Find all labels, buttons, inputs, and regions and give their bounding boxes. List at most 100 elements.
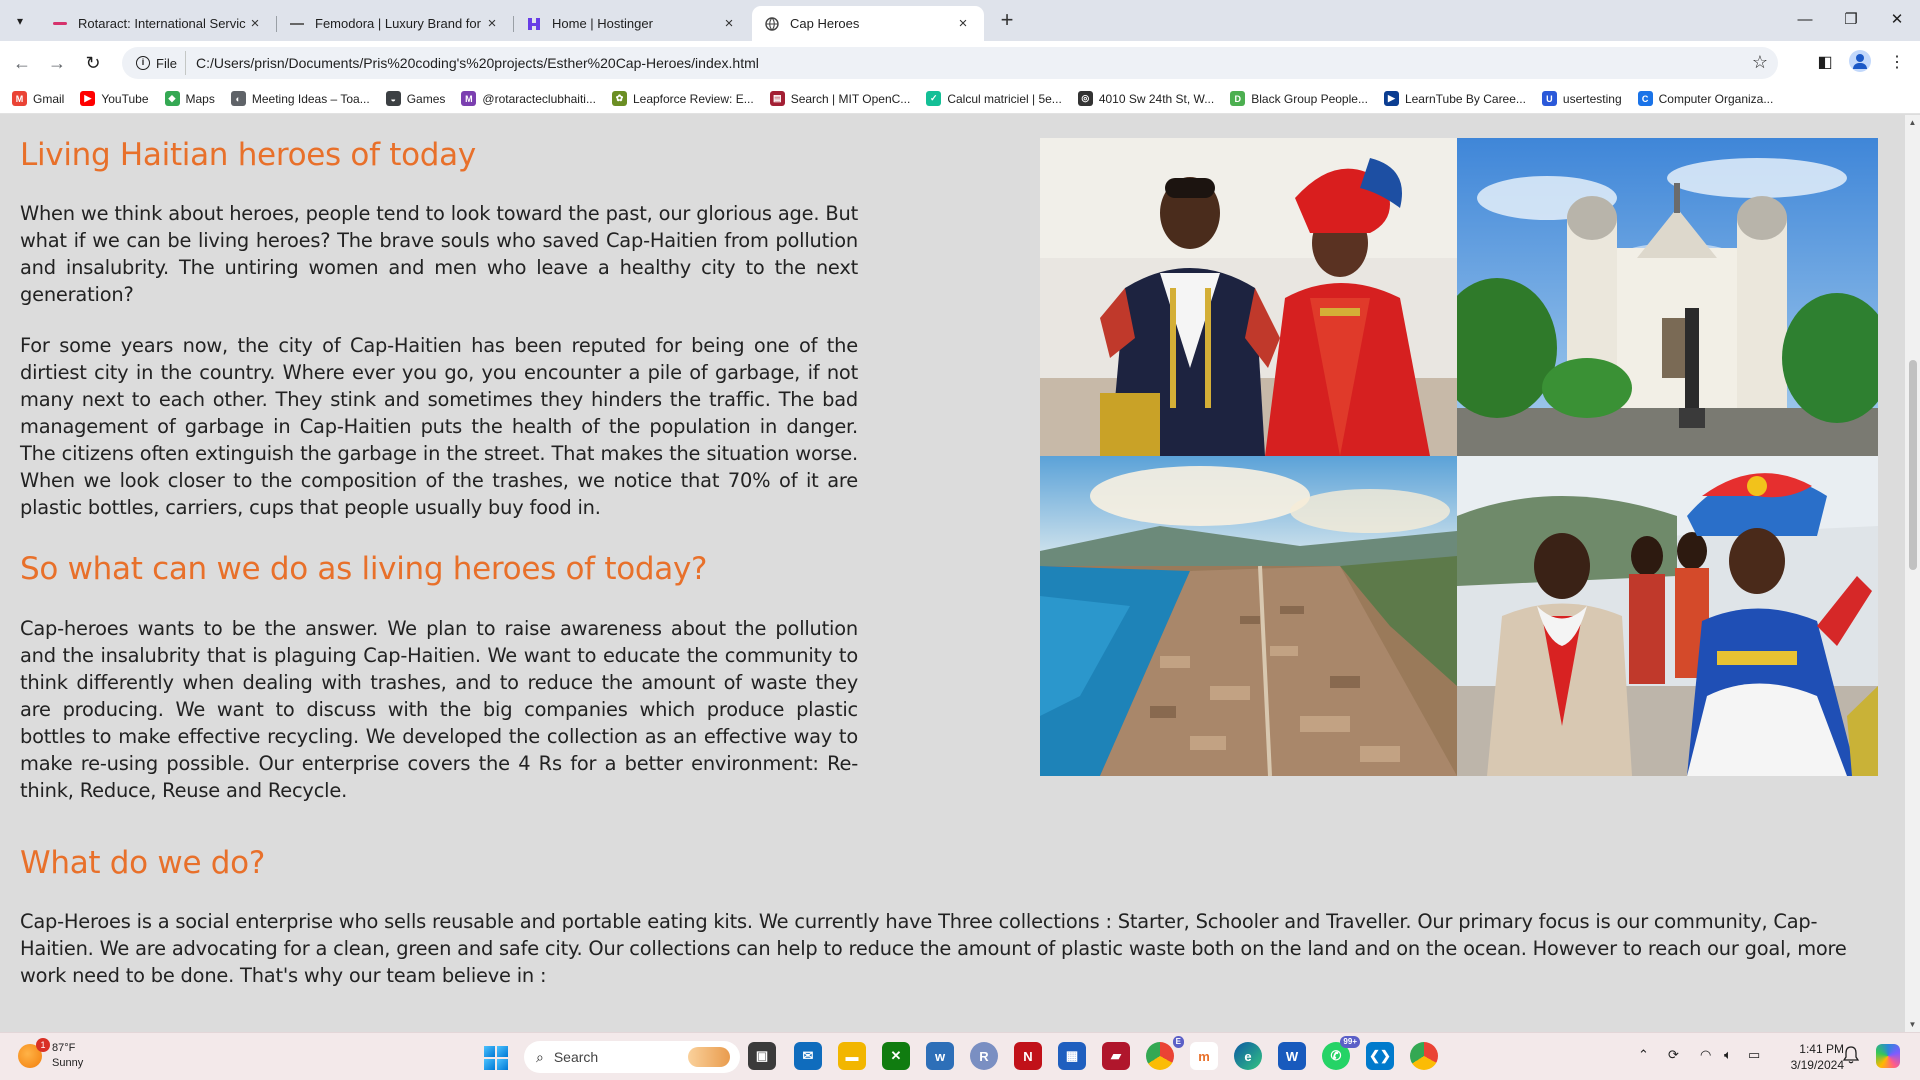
app-m-icon[interactable]: m [1190, 1042, 1218, 1070]
side-panel-icon: ◧ [1817, 54, 1833, 71]
restore-button[interactable]: ❐ [1828, 4, 1874, 36]
tab-search-button[interactable]: ▾ [8, 9, 32, 33]
doc-icon: D [1230, 91, 1246, 106]
bookmark-label: Calcul matriciel | 5e... [947, 91, 1062, 106]
bookmark-item[interactable]: ▶ LearnTube By Caree... [1383, 91, 1526, 106]
chrome-profile-icon[interactable]: E [1146, 1036, 1184, 1070]
weather-temp: 87°F [52, 1042, 76, 1054]
store-icon[interactable]: ▦ [1058, 1042, 1086, 1070]
reload-button[interactable]: ↻ [79, 49, 107, 77]
xbox-icon[interactable]: ✕ [882, 1042, 910, 1070]
app-r-icon[interactable]: R [970, 1042, 998, 1070]
bookmark-item[interactable]: M @rotaracteclubhaiti... [461, 91, 596, 106]
scroll-down-icon[interactable]: ▼ [1908, 1020, 1917, 1029]
kebab-menu-icon: ⋮ [1889, 54, 1905, 71]
bookmark-item[interactable]: ◒ Games [385, 91, 445, 106]
usertesting-icon: U [1541, 91, 1557, 106]
tab-cap-heroes[interactable]: Cap Heroes × [752, 6, 984, 41]
tab-hostinger[interactable]: Home | Hostinger × [514, 6, 750, 41]
mit-icon: ▤ [769, 91, 785, 106]
tab-title: Cap Heroes [790, 16, 860, 31]
scrollbar-thumb[interactable] [1909, 360, 1917, 570]
bookmark-item[interactable]: ✿ Leapforce Review: E... [611, 91, 754, 106]
weather-widget[interactable]: 1 87°F Sunny [18, 1038, 83, 1071]
bookmark-label: Search | MIT OpenC... [790, 91, 911, 106]
scheme-label: File [156, 55, 177, 71]
whatsapp-icon[interactable]: ✆ 99+ [1322, 1036, 1360, 1070]
copilot-icon[interactable] [1876, 1044, 1900, 1068]
notification-badge: 1 [36, 1038, 50, 1052]
new-tab-button[interactable]: + [994, 8, 1020, 34]
mail-icon[interactable]: ✉ [794, 1042, 822, 1070]
vertical-scrollbar[interactable]: ▲ ▼ [1905, 115, 1920, 1032]
plus-icon: + [1000, 7, 1014, 32]
chrome-icon[interactable] [1410, 1042, 1438, 1070]
bookmark-item[interactable]: ✓ Calcul matriciel | 5e... [926, 91, 1062, 106]
bookmark-item[interactable]: ▶ YouTube [80, 91, 149, 106]
bookmark-item[interactable]: ◎ 4010 Sw 24th St, W... [1077, 91, 1214, 106]
photo-gallery [1040, 138, 1878, 776]
forward-button[interactable]: → [43, 49, 71, 77]
close-icon[interactable]: × [720, 15, 738, 32]
bookmark-item[interactable]: D Black Group People... [1230, 91, 1368, 106]
gmail-icon: M [12, 91, 27, 106]
bookmark-label: Gmail [33, 91, 65, 106]
wifi-icon[interactable]: ◠ [1700, 1047, 1711, 1063]
sun-icon: 1 [18, 1038, 50, 1068]
paragraph-answer: Cap-heroes wants to be the answer. We pl… [20, 617, 858, 802]
heading-what-can-we-do: So what can we do as living heroes of to… [20, 551, 708, 587]
back-button[interactable]: ← [8, 49, 36, 77]
femodora-favicon [289, 16, 305, 32]
bookmark-label: @rotaracteclubhaiti... [482, 91, 596, 106]
chevron-up-icon[interactable]: ⌃ [1638, 1047, 1649, 1063]
word-icon[interactable]: W [1278, 1042, 1306, 1070]
bookmark-item[interactable]: ◐ Meeting Ideas – Toa... [230, 91, 370, 106]
bookmark-item[interactable]: C Computer Organiza... [1637, 91, 1774, 106]
battery-icon[interactable]: ▭ [1748, 1047, 1760, 1063]
close-icon[interactable]: × [954, 15, 972, 32]
site-info-button[interactable]: i File [130, 51, 186, 75]
close-icon[interactable]: × [246, 15, 264, 32]
minimize-button[interactable]: — [1782, 4, 1828, 36]
taskbar-search[interactable]: ⌕ Search [524, 1041, 740, 1073]
rotaract-favicon [52, 16, 68, 32]
system-clock[interactable]: 1:41 PM 3/19/2024 [1780, 1041, 1844, 1073]
bookmark-item[interactable]: ▤ Search | MIT OpenC... [769, 91, 911, 106]
tab-rotaract[interactable]: Rotaract: International Service Cl × [40, 6, 277, 41]
netflix-icon[interactable]: N [1014, 1042, 1042, 1070]
bell-icon[interactable] [1843, 1046, 1859, 1064]
bookmark-label: Meeting Ideas – Toa... [251, 91, 370, 106]
close-icon[interactable]: × [483, 15, 501, 32]
app-car-icon[interactable]: ▰ [1102, 1042, 1130, 1070]
file-explorer-icon[interactable]: ▬ [838, 1042, 866, 1070]
bookmark-star-icon[interactable]: ☆ [1752, 52, 1768, 73]
side-panel-button[interactable]: ◧ [1812, 50, 1838, 76]
url-text[interactable]: C:/Users/prisn/Documents/Pris%20coding's… [196, 55, 759, 71]
sync-icon[interactable]: ⟳ [1668, 1047, 1679, 1063]
search-highlight-icon [688, 1047, 730, 1067]
bookmark-item[interactable]: M Gmail [12, 91, 64, 106]
bookmark-label: usertesting [1562, 91, 1622, 106]
youtube-icon: ▶ [80, 91, 96, 106]
volume-icon[interactable]: 🔈︎ [1724, 1047, 1732, 1063]
rotaract-icon: M [461, 91, 477, 106]
cathedral-photo [1457, 138, 1878, 456]
tab-femodora[interactable]: Femodora | Luxury Brand for Wo × [277, 6, 514, 41]
close-window-button[interactable]: ✕ [1874, 4, 1920, 36]
profile-avatar[interactable] [1849, 50, 1871, 72]
heading-living-heroes: Living Haitian heroes of today [20, 137, 476, 173]
start-button[interactable] [484, 1046, 508, 1070]
menu-button[interactable]: ⋮ [1884, 50, 1910, 76]
address-bar[interactable]: i File C:/Users/prisn/Documents/Pris%20c… [122, 47, 1778, 79]
bookmark-item[interactable]: Uusertesting [1541, 91, 1622, 106]
bookmark-item[interactable]: ◆ Maps [164, 91, 215, 106]
task-view-icon[interactable]: ▣ [748, 1042, 776, 1070]
scroll-up-icon[interactable]: ▲ [1908, 118, 1917, 127]
edge-icon[interactable]: e [1234, 1042, 1262, 1070]
bookmark-label: Computer Organiza... [1658, 91, 1774, 106]
vscode-icon[interactable]: ❮❯ [1366, 1042, 1394, 1070]
browser-toolbar: ← → ↻ i File C:/Users/prisn/Documents/Pr… [0, 41, 1920, 84]
minimize-icon: — [1797, 11, 1813, 28]
app-w-icon[interactable]: w [926, 1042, 954, 1070]
paragraph-intro: When we think about heroes, people tend … [20, 202, 858, 306]
